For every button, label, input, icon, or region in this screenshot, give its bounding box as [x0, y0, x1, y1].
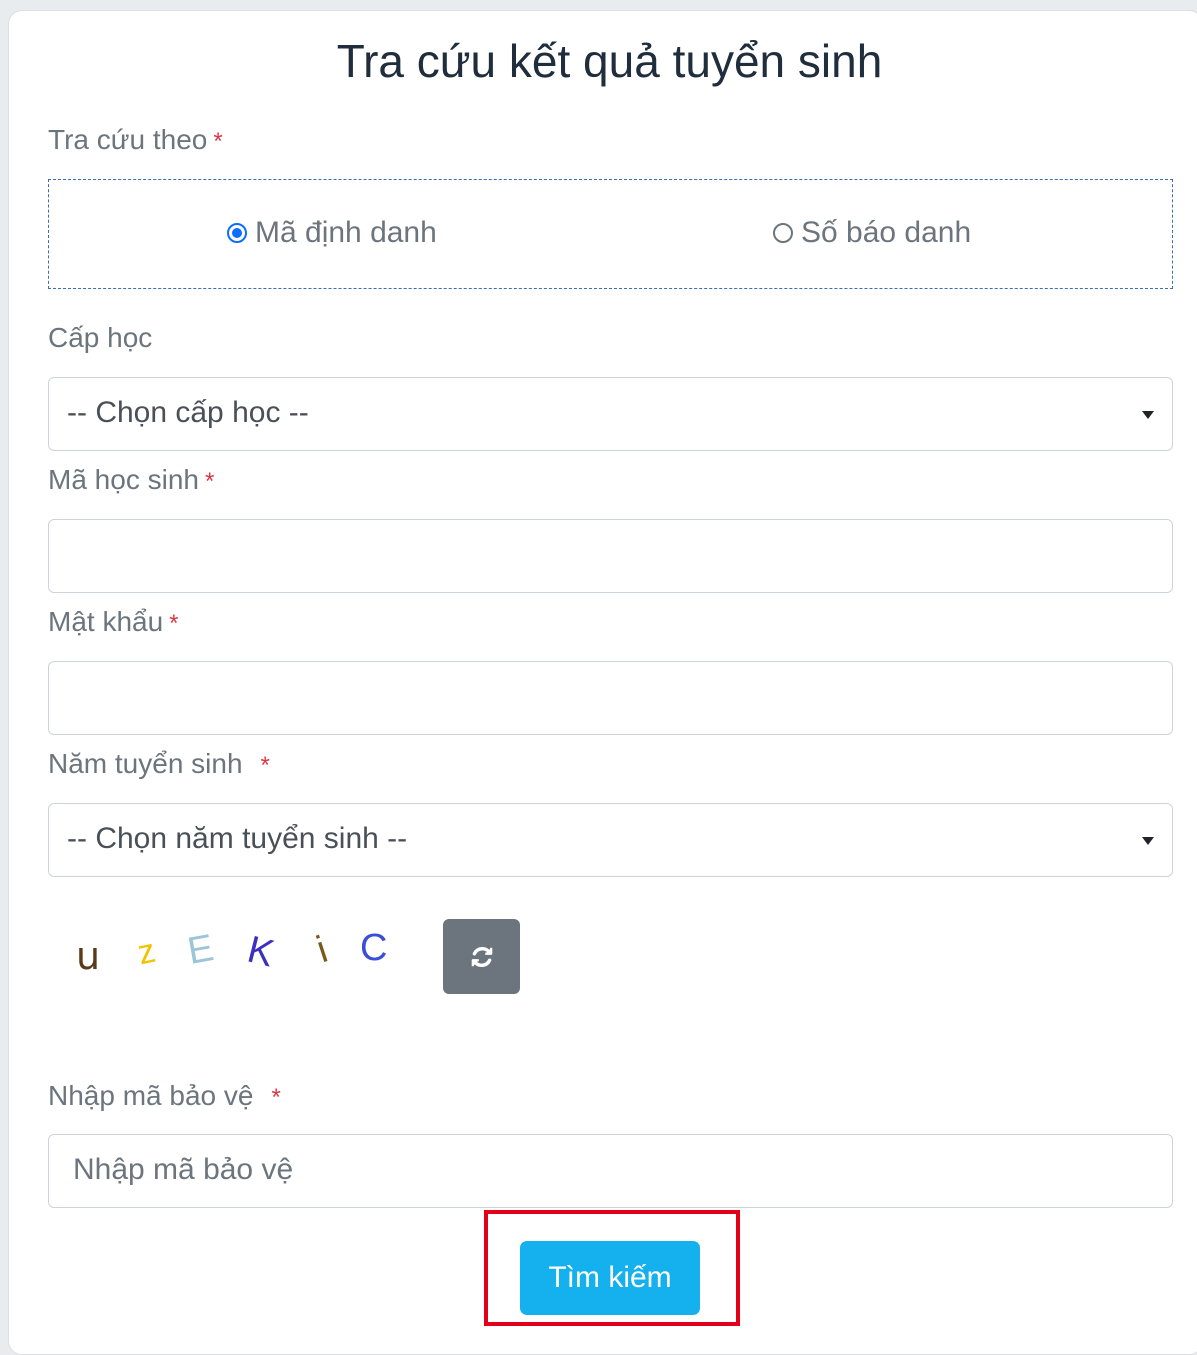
- level-select-value: -- Chọn cấp học --: [67, 396, 309, 429]
- year-label: Năm tuyển sinh *: [48, 750, 270, 778]
- radio-option-so-bao-danh[interactable]: Số báo danh: [773, 216, 971, 250]
- captcha-char: E: [184, 927, 217, 973]
- captcha-char: u: [76, 934, 101, 978]
- radio-checked-icon[interactable]: [227, 223, 247, 243]
- required-mark: *: [260, 752, 270, 779]
- required-mark: *: [204, 468, 215, 495]
- lookup-by-label: Tra cứu theo *: [48, 126, 223, 154]
- level-label: Cấp học: [48, 322, 153, 353]
- radio-label: Mã định danh: [255, 216, 437, 249]
- captcha-char: z: [134, 931, 159, 973]
- page-title: Tra cứu kết quả tuyển sinh: [336, 35, 883, 87]
- student-id-label: Mã học sinh *: [48, 466, 214, 494]
- level-select[interactable]: -- Chọn cấp học --: [48, 377, 1173, 451]
- captcha-char: i: [311, 928, 333, 972]
- radio-unchecked-icon[interactable]: [773, 223, 793, 243]
- search-button[interactable]: Tìm kiếm: [520, 1241, 700, 1315]
- password-label: Mật khẩu *: [48, 608, 179, 636]
- chevron-down-icon: [1142, 411, 1154, 419]
- security-code-label: Nhập mã bảo vệ *: [48, 1082, 281, 1110]
- captcha-image: u z E K i C: [70, 925, 430, 985]
- lookup-by-label-text: Tra cứu theo: [48, 124, 208, 155]
- required-mark: *: [169, 610, 179, 637]
- lookup-by-radio-group: Mã định danh Số báo danh: [48, 179, 1173, 289]
- student-id-input[interactable]: [48, 519, 1173, 593]
- security-code-input[interactable]: Nhập mã bảo vệ: [48, 1134, 1173, 1208]
- radio-option-ma-dinh-danh[interactable]: Mã định danh: [227, 216, 437, 250]
- year-select[interactable]: -- Chọn năm tuyển sinh --: [48, 803, 1173, 877]
- student-id-label-text: Mã học sinh: [48, 464, 199, 495]
- captcha-char: C: [360, 927, 388, 969]
- captcha-char: K: [243, 928, 279, 976]
- year-label-text: Năm tuyển sinh: [48, 748, 243, 779]
- refresh-icon: [471, 946, 492, 967]
- password-input[interactable]: [48, 661, 1173, 735]
- security-code-placeholder: Nhập mã bảo vệ: [73, 1153, 294, 1186]
- captcha-refresh-button[interactable]: [443, 919, 520, 994]
- chevron-down-icon: [1142, 837, 1154, 845]
- password-label-text: Mật khẩu: [48, 606, 164, 637]
- required-mark: *: [213, 128, 223, 155]
- required-mark: *: [271, 1084, 281, 1111]
- security-code-label-text: Nhập mã bảo vệ: [48, 1080, 254, 1111]
- radio-label: Số báo danh: [801, 216, 972, 249]
- year-select-value: -- Chọn năm tuyển sinh --: [67, 822, 408, 855]
